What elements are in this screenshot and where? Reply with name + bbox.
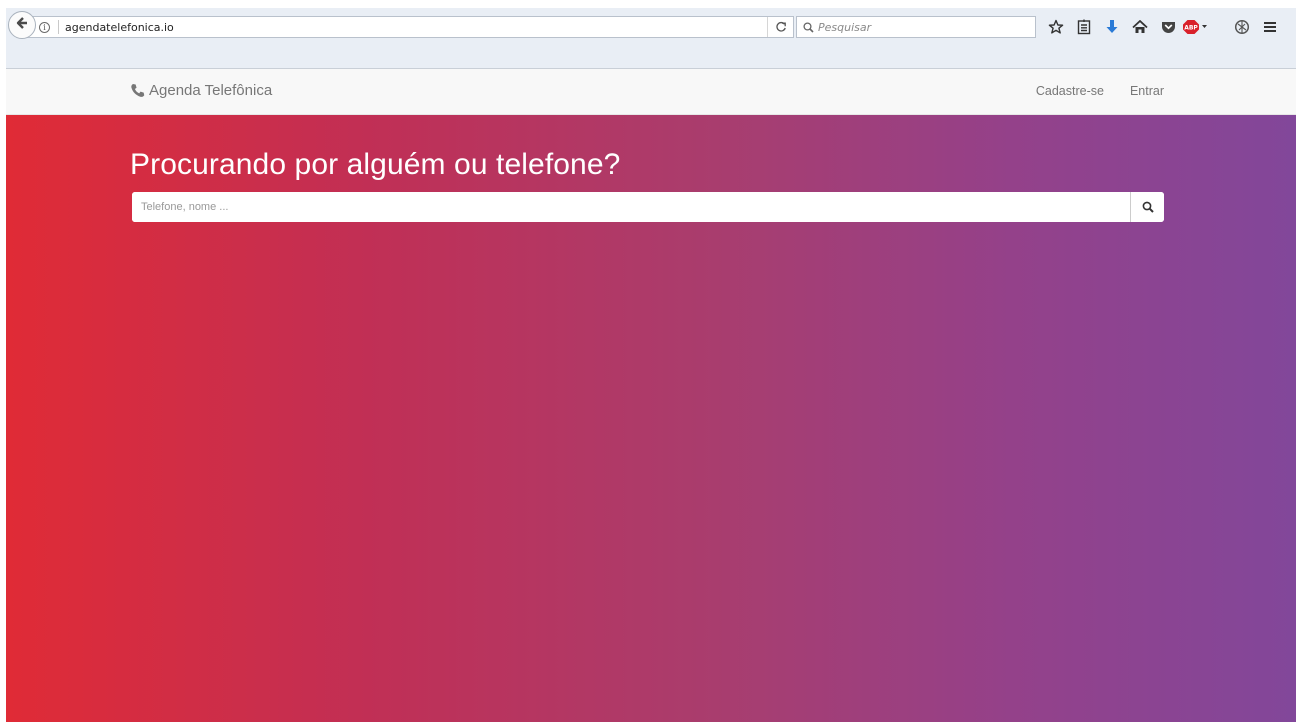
menu-icon[interactable]	[1256, 15, 1284, 39]
reload-icon[interactable]	[767, 17, 793, 37]
home-icon[interactable]	[1126, 15, 1154, 39]
star-icon[interactable]	[1042, 15, 1070, 39]
signup-link[interactable]: Cadastre-se	[1036, 84, 1104, 98]
search-button[interactable]	[1130, 192, 1164, 222]
url-separator	[58, 20, 59, 34]
back-icon	[15, 16, 29, 35]
url-bar[interactable]: i agendatelefonica.io	[26, 16, 794, 38]
brand-link[interactable]: Agenda Telefônica	[130, 82, 272, 99]
search-input[interactable]	[132, 192, 1130, 222]
login-link[interactable]: Entrar	[1130, 84, 1164, 98]
adblock-label: ABP	[1184, 25, 1198, 32]
hero-section: Procurando por alguém ou telefone?	[6, 115, 1296, 722]
phone-icon	[130, 83, 149, 98]
toolbar-icons: ABP	[1042, 14, 1284, 40]
brand-name: Agenda Telefônica	[149, 82, 273, 99]
search-icon	[803, 21, 814, 33]
download-icon[interactable]	[1098, 15, 1126, 39]
search-icon	[1142, 201, 1154, 213]
nav-links: Cadastre-se Entrar	[1036, 84, 1164, 98]
browser-chrome: i agendatelefonica.io Pesquisar ABP	[6, 8, 1296, 69]
back-button[interactable]	[8, 11, 36, 39]
hero-title: Procurando por alguém ou telefone?	[130, 148, 621, 181]
site-navbar: Agenda Telefônica Cadastre-se Entrar	[6, 69, 1296, 115]
info-icon[interactable]: i	[39, 21, 50, 33]
search-group	[132, 192, 1164, 222]
browser-search-input[interactable]	[818, 20, 1018, 34]
reading-list-icon[interactable]	[1070, 15, 1098, 39]
extension-icon[interactable]	[1228, 15, 1256, 39]
adblock-icon[interactable]: ABP	[1182, 15, 1210, 39]
browser-search-bar[interactable]	[796, 16, 1036, 38]
browser-toolbar: i agendatelefonica.io Pesquisar ABP	[6, 8, 1296, 46]
url-text[interactable]: agendatelefonica.io	[65, 21, 174, 34]
pocket-icon[interactable]	[1154, 15, 1182, 39]
